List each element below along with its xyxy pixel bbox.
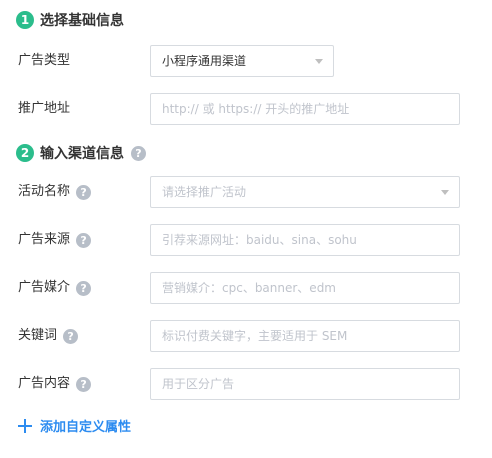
ad-source-input[interactable]	[151, 225, 459, 255]
section-channel-title: 输入渠道信息	[40, 146, 124, 162]
ad-medium-label: 广告媒介 ?	[18, 272, 92, 304]
ad-content-field	[150, 368, 460, 400]
section-basic-header: 1 选择基础信息	[16, 10, 124, 30]
ad-source-row: 广告来源 ?	[0, 224, 492, 256]
ad-medium-label-text: 广告媒介	[18, 280, 71, 295]
keyword-label-text: 关键词	[18, 328, 58, 343]
ad-address-label: 推广地址	[18, 93, 70, 125]
chevron-down-icon	[441, 190, 449, 195]
ad-form: 1 选择基础信息 广告类型 小程序通用渠道 推广地址 2 输入渠道信息 ? 活动…	[0, 0, 492, 458]
step-1-badge: 1	[16, 11, 34, 29]
ad-medium-field	[150, 272, 460, 304]
help-icon[interactable]: ?	[76, 280, 92, 296]
ad-source-field	[150, 224, 460, 256]
ad-content-row: 广告内容 ?	[0, 368, 492, 400]
help-icon[interactable]: ?	[76, 232, 92, 248]
ad-content-input[interactable]	[151, 369, 459, 399]
ad-source-label: 广告来源 ?	[18, 224, 92, 256]
ad-type-selected-value: 小程序通用渠道	[162, 54, 247, 68]
ad-address-field	[150, 93, 460, 125]
section-channel-header: 2 输入渠道信息 ?	[16, 143, 146, 163]
keyword-input[interactable]	[151, 321, 459, 351]
ad-source-label-text: 广告来源	[18, 232, 71, 247]
add-custom-attribute-label: 添加自定义属性	[40, 420, 132, 435]
ad-content-label: 广告内容 ?	[18, 368, 92, 400]
campaign-name-select[interactable]: 请选择推广活动	[150, 176, 460, 208]
ad-type-label: 广告类型	[18, 45, 70, 77]
help-icon[interactable]: ?	[76, 376, 92, 392]
ad-type-label-text: 广告类型	[18, 53, 71, 68]
keyword-label: 关键词 ?	[18, 320, 79, 352]
ad-type-select[interactable]: 小程序通用渠道	[150, 45, 334, 77]
campaign-name-row: 活动名称 ? 请选择推广活动	[0, 176, 492, 208]
step-2-badge: 2	[16, 144, 34, 162]
help-icon[interactable]: ?	[131, 145, 146, 161]
ad-content-label-text: 广告内容	[18, 376, 71, 391]
ad-address-label-text: 推广地址	[18, 101, 71, 116]
keyword-field	[150, 320, 460, 352]
help-icon[interactable]: ?	[76, 184, 92, 200]
plus-icon	[18, 418, 32, 433]
campaign-name-placeholder: 请选择推广活动	[162, 185, 247, 199]
add-custom-attribute-button[interactable]: 添加自定义属性	[18, 416, 131, 435]
section-basic-title: 选择基础信息	[40, 13, 124, 29]
ad-medium-input[interactable]	[151, 273, 459, 303]
campaign-name-label: 活动名称 ?	[18, 176, 92, 208]
ad-type-row: 广告类型 小程序通用渠道	[0, 45, 492, 77]
campaign-name-label-text: 活动名称	[18, 184, 71, 199]
chevron-down-icon	[315, 59, 323, 64]
keyword-row: 关键词 ?	[0, 320, 492, 352]
ad-address-row: 推广地址	[0, 93, 492, 125]
ad-address-input[interactable]	[151, 94, 459, 124]
help-icon[interactable]: ?	[63, 328, 79, 344]
ad-medium-row: 广告媒介 ?	[0, 272, 492, 304]
